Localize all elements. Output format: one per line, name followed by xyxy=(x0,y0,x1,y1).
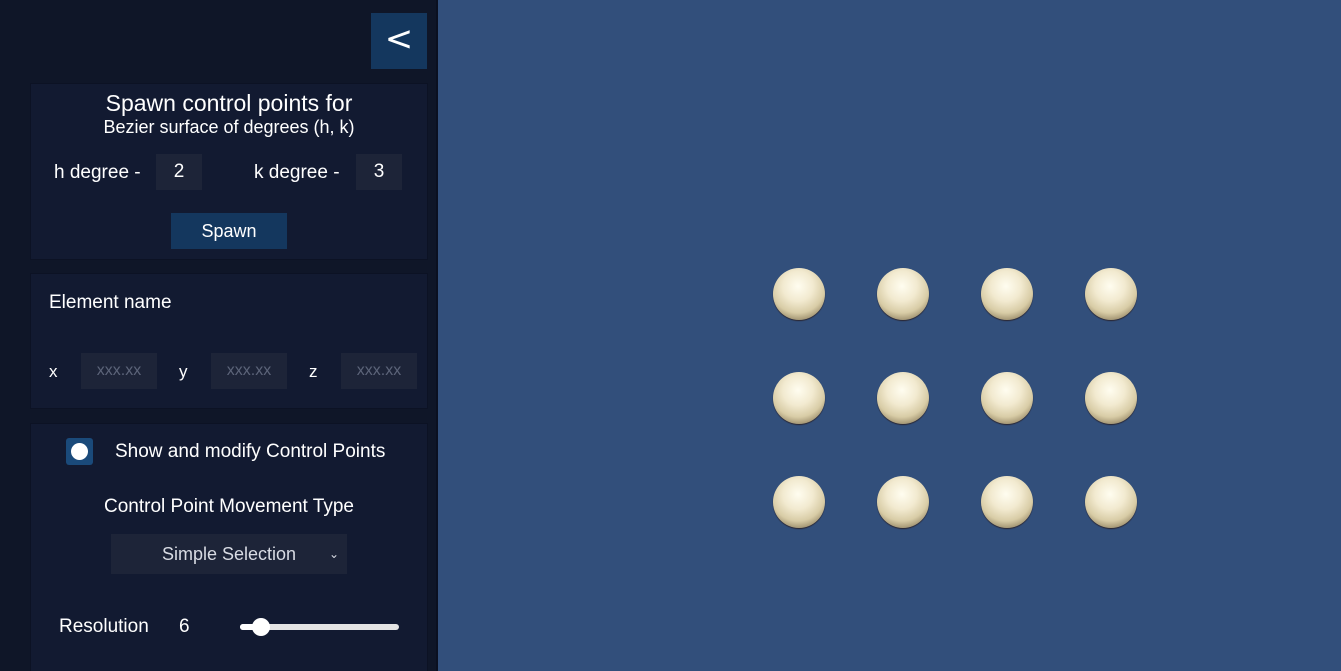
control-points-section: Show and modify Control Points Control P… xyxy=(30,423,428,671)
h-degree-label: h degree - xyxy=(54,162,141,183)
spawn-title: Spawn control points for xyxy=(105,90,353,116)
z-label: z xyxy=(309,362,318,381)
k-degree-label: k degree - xyxy=(254,162,340,183)
chevron-down-icon: ⌄ xyxy=(328,547,339,561)
control-point-sphere[interactable] xyxy=(981,476,1033,528)
show-control-points-label: Show and modify Control Points xyxy=(115,441,386,462)
scene-viewport[interactable] xyxy=(438,0,1341,671)
control-point-sphere[interactable] xyxy=(1085,372,1137,424)
spawn-section: Spawn control points for Bezier surface … xyxy=(30,83,428,260)
control-point-sphere[interactable] xyxy=(981,268,1033,320)
x-label: x xyxy=(49,362,58,381)
movement-type-dropdown[interactable]: Simple Selection ⌄ xyxy=(111,534,347,574)
resolution-value: 6 xyxy=(179,616,190,637)
movement-type-selected: Simple Selection xyxy=(161,544,297,564)
y-label: y xyxy=(179,362,188,381)
control-point-sphere[interactable] xyxy=(877,372,929,424)
k-degree-field[interactable]: 3 xyxy=(356,154,402,190)
y-field[interactable]: xxx.xx xyxy=(211,353,287,389)
control-point-sphere[interactable] xyxy=(773,268,825,320)
side-panel: < Spawn control points for Bezier surfac… xyxy=(0,0,438,671)
spawn-button[interactable]: Spawn xyxy=(171,213,287,249)
resolution-slider-thumb[interactable] xyxy=(251,618,270,636)
control-point-sphere[interactable] xyxy=(773,372,825,424)
element-section: Element name x xxx.xx y xxx.xx z xxx.xx xyxy=(30,273,428,409)
app-window: < Spawn control points for Bezier surfac… xyxy=(0,0,1341,671)
control-point-sphere[interactable] xyxy=(1085,476,1137,528)
control-point-sphere[interactable] xyxy=(773,476,825,528)
control-point-sphere[interactable] xyxy=(1085,268,1137,320)
element-name-label: Element name xyxy=(49,292,172,313)
control-point-sphere[interactable] xyxy=(981,372,1033,424)
h-degree-field[interactable]: 2 xyxy=(156,154,202,190)
toggle-knob xyxy=(71,443,88,460)
movement-type-label: Control Point Movement Type xyxy=(104,496,354,517)
z-field[interactable]: xxx.xx xyxy=(341,353,417,389)
resolution-slider[interactable] xyxy=(240,618,399,636)
collapse-panel-button[interactable]: < xyxy=(371,13,427,69)
resolution-label: Resolution xyxy=(59,616,149,637)
control-point-sphere[interactable] xyxy=(877,476,929,528)
show-control-points-toggle[interactable] xyxy=(66,438,93,465)
spawn-subtitle: Bezier surface of degrees (h, k) xyxy=(103,117,355,137)
control-point-sphere[interactable] xyxy=(877,268,929,320)
x-field[interactable]: xxx.xx xyxy=(81,353,157,389)
